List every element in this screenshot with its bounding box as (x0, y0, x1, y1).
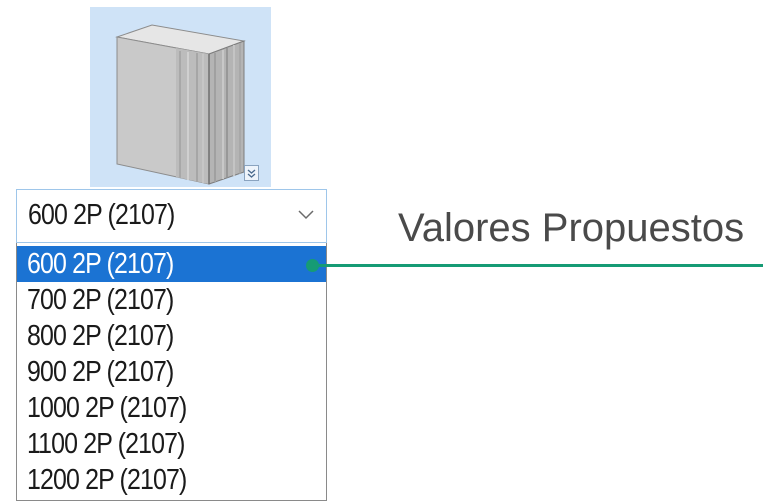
dropdown-option[interactable]: 1100 2P (2107) (17, 426, 326, 462)
size-dropdown-list: 600 2P (2107) 700 2P (2107) 800 2P (2107… (16, 243, 327, 501)
dropdown-option[interactable]: 700 2P (2107) (17, 282, 326, 318)
dropdown-option[interactable]: 600 2P (2107) (17, 246, 326, 282)
expand-chevron-icon (247, 169, 256, 178)
chevron-down-icon[interactable] (298, 210, 314, 220)
dropdown-option[interactable]: 1000 2P (2107) (17, 390, 326, 426)
wardrobe-2-door-icon (115, 24, 246, 185)
callout-dot (306, 259, 319, 272)
callout-line (313, 264, 763, 267)
preview-thumbnail[interactable] (90, 7, 271, 187)
dropdown-option[interactable]: 800 2P (2107) (17, 318, 326, 354)
expand-button[interactable] (244, 165, 259, 181)
size-combobox[interactable]: 600 2P (2107) (16, 189, 327, 243)
dropdown-option[interactable]: 1200 2P (2107) (17, 462, 326, 498)
callout-label: Valores Propuestos (398, 206, 745, 250)
dropdown-option[interactable]: 900 2P (2107) (17, 354, 326, 390)
combobox-value: 600 2P (2107) (28, 199, 175, 231)
